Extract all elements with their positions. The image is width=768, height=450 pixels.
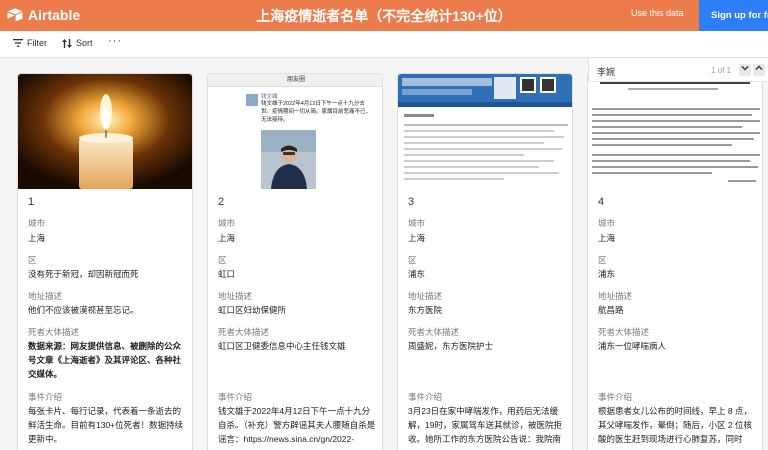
filter-label: Filter [27,38,47,48]
sort-icon [62,38,72,48]
field-value-description: 虹口区卫健委信息中心主任钱文雄 [218,341,346,351]
article-screenshot [588,74,762,189]
field-label-district: 区 [28,255,37,265]
field-value-description: 浦东一位哮喘病人 [598,341,667,351]
field-value-city: 上海 [408,233,426,243]
field-label-event: 事件介绍 [218,392,253,402]
chevron-down-icon [741,66,749,71]
record-number: 2 [218,196,225,208]
previous-record-button[interactable] [739,64,751,76]
field-value-address: 东方医院 [408,305,443,315]
chevron-up-icon [755,65,763,70]
field-value-city: 上海 [218,233,236,243]
field-label-event: 事件介绍 [28,392,63,402]
record-number: 3 [408,196,415,208]
field-value-district: 虹口 [218,269,236,279]
field-value-address: 虹口区妇幼保健所 [218,305,287,315]
field-value-city: 上海 [598,233,616,243]
detail-panel-header: 李婉 1 of 1 [588,58,768,82]
field-label-description: 死者大体描述 [218,327,270,337]
field-label-description: 死者大体描述 [28,327,80,337]
field-value-city: 上海 [28,233,46,243]
field-value-district: 浦东 [408,269,426,279]
avatar [246,94,258,106]
sort-label: Sort [76,38,93,48]
field-label-description: 死者大体描述 [598,327,650,337]
moments-text: 钱文雄于2022年4月12日下午一点十九分去世。疫情期间一切从简。家属目前悲痛不… [261,101,372,123]
field-label-address: 地址描述 [218,291,253,301]
field-value-event: 钱文雄于2022年4月12日下午一点十九分自杀。（补充）警方辟谣其夫人腰随自杀是… [218,406,376,444]
next-record-button[interactable] [753,64,765,76]
field-value-address: 他们不应该被漠视甚至忘记。 [28,305,139,315]
field-label-city: 城市 [598,218,616,228]
sort-button[interactable]: Sort [62,38,93,48]
field-label-address: 地址描述 [28,291,63,301]
wechat-moments-screenshot: 朋友圈 钱文雄 钱文雄于2022年4月12日下午一点十九分去世。疫情期间一切从简… [208,74,382,189]
view-toolbar: Filter Sort ··· [0,31,768,58]
field-label-address: 地址描述 [598,291,633,301]
field-label-event: 事件介绍 [598,392,633,402]
field-label-district: 区 [218,255,227,265]
moments-author: 钱文雄 [261,94,278,100]
record-number: 1 [28,196,35,208]
field-value-description: 周盛妮，东方医院护士 [408,341,494,351]
field-value-address: 航昌路 [598,305,624,315]
field-label-district: 区 [598,255,607,265]
record-card[interactable]: 1 城市 上海 区 没有死于新冠，却因新冠而死 地址描述 他们不应该被漠视甚至忘… [17,73,193,450]
record-number: 4 [598,196,605,208]
more-options-button[interactable]: ··· [108,35,122,47]
field-label-address: 地址描述 [408,291,443,301]
filter-icon [13,39,23,47]
field-label-city: 城市 [408,218,426,228]
record-card[interactable]: 4 城市 上海 区 浦东 地址描述 航昌路 死者大体描述 浦东一位哮喘病人 事件… [587,73,763,450]
record-card[interactable]: 3 城市 上海 区 浦东 地址描述 东方医院 死者大体描述 周盛妮，东方医院护士… [397,73,573,450]
field-value-description: 数据来源：网友提供信息、被删除的公众号文章《上海逝者》及其评论区、各种社交媒体。 [28,341,182,379]
filter-button[interactable]: Filter [13,38,47,48]
use-this-data-link[interactable]: Use this data [631,8,684,18]
pager-count: 1 of 1 [711,66,732,75]
signup-button[interactable]: Sign up for free [699,0,768,31]
record-card[interactable]: 朋友圈 钱文雄 钱文雄于2022年4月12日下午一点十九分去世。疫情期间一切从简… [207,73,383,450]
field-value-district: 没有死于新冠，却因新冠而死 [28,269,139,279]
field-value-district: 浦东 [598,269,616,279]
field-label-event: 事件介绍 [408,392,443,402]
field-label-district: 区 [408,255,417,265]
field-label-description: 死者大体描述 [408,327,460,337]
candle-image [18,74,192,189]
moments-header: 朋友圈 [208,74,382,87]
field-label-city: 城市 [218,218,236,228]
moments-photo [261,130,316,189]
field-value-event: 根据患者女儿公布的时间线，早上 8 点，其父哮喘发作，晕倒；随后，小区 2 位核… [598,406,752,444]
field-value-event: 3月23日在家中哮喘发作，用药后无法缓解，19时，家属驾车送其就诊，被医院拒收。… [408,406,562,444]
top-bar: Airtable 上海疫情逝者名单（不完全统计130+位） Use this d… [0,0,768,31]
field-value-event: 每张卡片、每行记录，代表着一条逝去的鲜活生命。目前有130+位死者！数据持续更新… [28,406,184,444]
detail-panel-title: 李婉 [597,67,616,77]
hospital-notice-screenshot [398,74,572,189]
field-label-city: 城市 [28,218,46,228]
